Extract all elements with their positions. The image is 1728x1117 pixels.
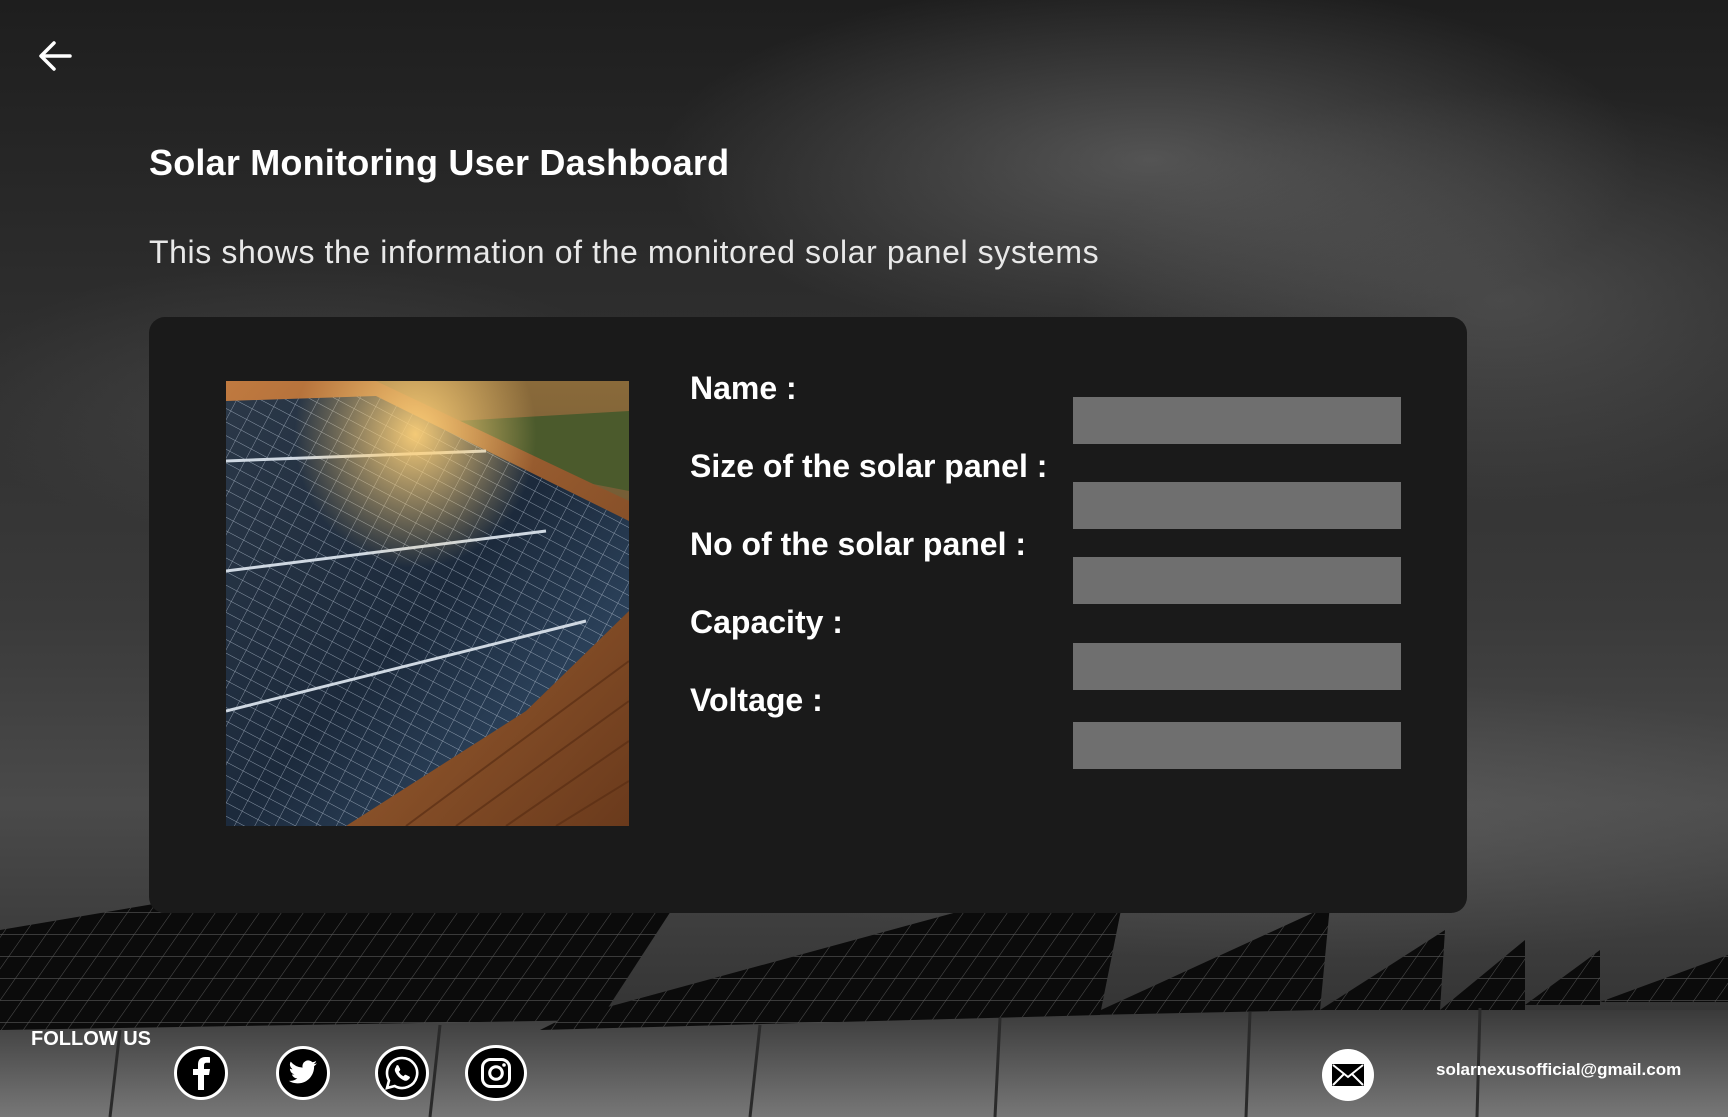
rooftop-solar-panels-image: [226, 381, 629, 826]
panel-count-label: No of the solar panel :: [690, 526, 1027, 562]
arrow-left-icon: [39, 41, 72, 71]
voltage-label: Voltage :: [690, 682, 823, 718]
name-field[interactable]: [1073, 397, 1401, 444]
info-card: Name : Size of the solar panel : No of t…: [149, 317, 1467, 913]
contact-email-link[interactable]: solarnexusofficial@gmail.com: [1436, 1060, 1681, 1080]
panel-count-field[interactable]: [1073, 557, 1401, 604]
facebook-icon: [193, 1057, 210, 1090]
mail-button[interactable]: [1322, 1049, 1374, 1101]
back-button[interactable]: [34, 34, 78, 78]
twitter-button[interactable]: [276, 1046, 330, 1100]
instagram-icon: [481, 1058, 511, 1088]
follow-us-label: FOLLOW US: [31, 1028, 151, 1050]
voltage-field[interactable]: [1073, 722, 1401, 769]
twitter-icon: [288, 1060, 317, 1084]
page-subtitle: This shows the information of the monito…: [149, 234, 1100, 270]
page-title: Solar Monitoring User Dashboard: [149, 142, 730, 183]
name-label: Name :: [690, 370, 797, 406]
whatsapp-button[interactable]: [375, 1046, 429, 1100]
capacity-label: Capacity :: [690, 604, 843, 640]
instagram-button[interactable]: [465, 1045, 527, 1101]
panel-size-label: Size of the solar panel :: [690, 448, 1048, 484]
capacity-field[interactable]: [1073, 643, 1401, 690]
panel-size-field[interactable]: [1073, 482, 1401, 529]
facebook-button[interactable]: [174, 1046, 228, 1100]
mail-icon: [1332, 1064, 1364, 1086]
whatsapp-icon: [385, 1056, 419, 1090]
